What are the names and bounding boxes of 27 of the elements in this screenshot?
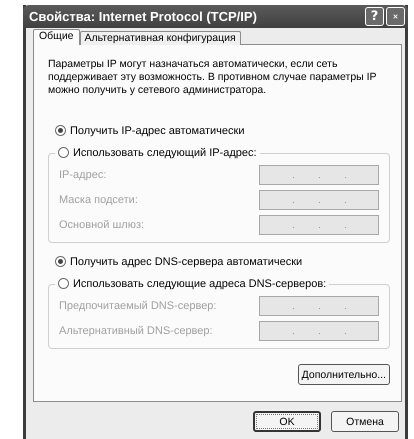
advanced-button[interactable]: Дополнительно... (298, 364, 390, 385)
dialog-button[interactable]: OK (253, 411, 321, 432)
dialog-button[interactable]: Отмена (331, 411, 399, 432)
window-title: Свойства: Internet Protocol (TCP/IP) (29, 9, 258, 24)
radio-button[interactable] (58, 147, 69, 158)
description-text: Параметры IP могут назначаться автоматически, если сеть поддерживает эту возможность. В противном случае параметры IP можно получить у сетевого администратора. (48, 58, 378, 97)
ip-address-field[interactable] (259, 165, 379, 185)
ip-address-field[interactable] (259, 296, 379, 316)
field-label: Основной шлюз: (59, 219, 144, 231)
field-label: Альтернативный DNS-сервер: (59, 325, 213, 337)
radio-label[interactable]: Использовать следующий IP-адрес: (73, 146, 257, 158)
field-label: Предпочитаемый DNS-сервер: (59, 300, 216, 312)
radio-label[interactable]: Получить адрес DNS-сервера автоматически (70, 256, 302, 268)
close-button[interactable] (386, 7, 405, 26)
ip-address-field[interactable] (259, 215, 379, 235)
radio-button[interactable] (55, 125, 66, 136)
radio-label[interactable]: Получить IP-адрес автоматически (70, 124, 244, 136)
ip-address-field[interactable] (259, 190, 379, 210)
radio-label[interactable]: Использовать следующие адреса DNS-серверов: (73, 278, 326, 290)
tab[interactable]: Общие (33, 29, 80, 45)
ip-address-field[interactable] (259, 321, 379, 341)
tab[interactable]: Альтернативная конфигурация (80, 31, 241, 45)
field-label: Маска подсети: (59, 194, 138, 206)
radio-button[interactable] (58, 278, 69, 289)
field-label: IP-адрес: (59, 169, 106, 181)
help-button[interactable]: ? (365, 7, 384, 26)
radio-button[interactable] (55, 256, 66, 267)
